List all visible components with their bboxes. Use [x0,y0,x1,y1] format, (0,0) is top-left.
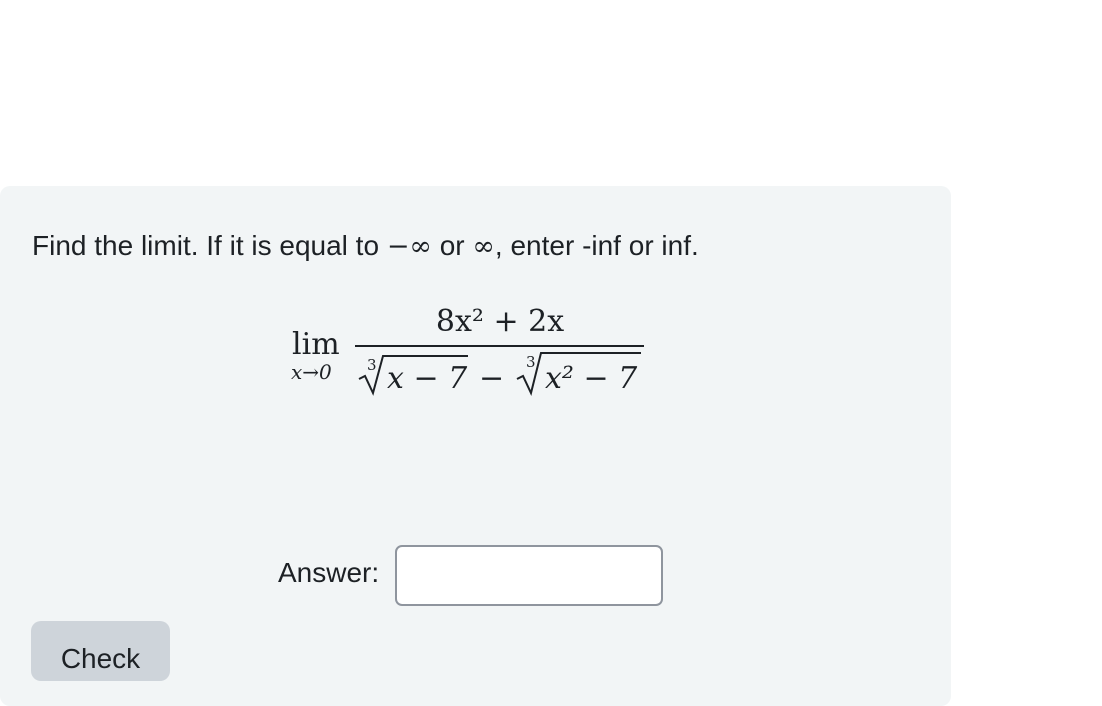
numerator: 8x² + 2x [436,304,564,339]
limit-formula: lim x→0 8x² + 2x 3 x − 7 − 3 x² − 7 [285,295,655,405]
answer-input[interactable] [395,545,663,606]
answer-label: Answer: [278,557,380,588]
negative-infinity-symbol: −∞ [386,231,432,262]
infinity-symbol: ∞ [472,231,495,262]
lim-label: lim [292,327,340,362]
limit-formula-svg: lim x→0 8x² + 2x 3 x − 7 − 3 x² − 7 [291,304,644,396]
lim-subscript: x→0 [291,360,332,384]
denominator-operator: − [479,361,504,396]
question-prompt: Find the limit. If it is equal to −∞ or … [32,228,699,265]
check-button[interactable]: Check [31,621,170,681]
prompt-text-part3: , enter -inf or inf. [494,230,699,261]
root1-radicand: x − 7 [387,361,468,396]
prompt-text-part1: Find the limit. If it is equal to [32,230,387,261]
root2-radicand: x² − 7 [545,361,638,396]
prompt-text-part2: or [431,230,473,261]
root2-index: 3 [526,353,536,371]
root1-index: 3 [367,356,377,374]
